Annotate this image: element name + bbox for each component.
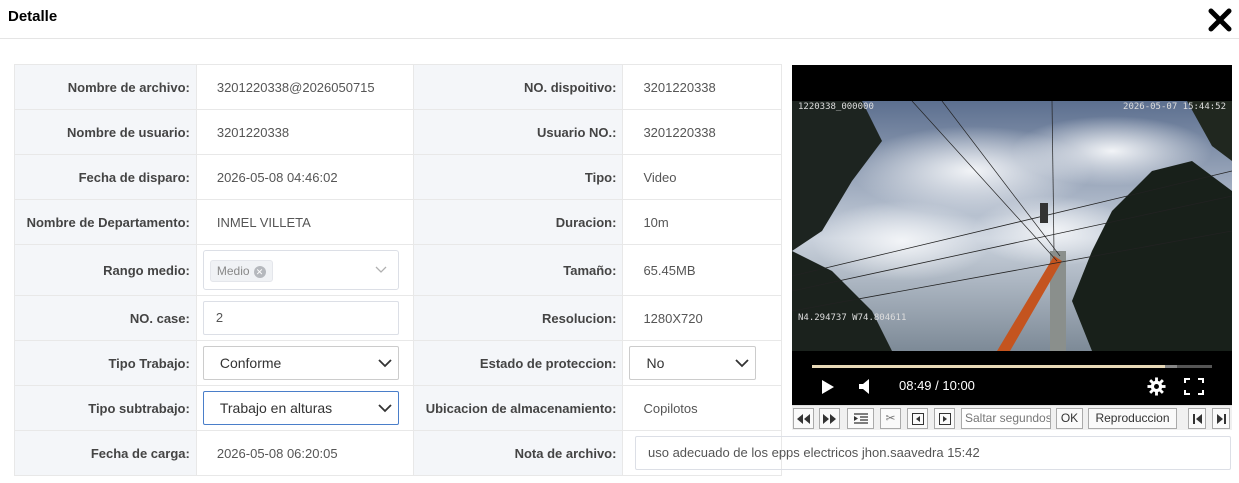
label-no-case: NO. case:: [14, 295, 197, 341]
rango-medio-tag: Medio ✕: [209, 260, 273, 282]
label-tipo: Tipo:: [412, 154, 624, 200]
tipo-trabajo-value: Conforme: [219, 355, 282, 371]
video-timecode: 08:49 / 10:00: [899, 378, 975, 393]
tag-remove-icon[interactable]: ✕: [253, 265, 266, 278]
value-usuario-no: 3201220338: [622, 109, 782, 155]
label-tipo-trabajo: Tipo Trabajo:: [14, 340, 197, 386]
step-back-button[interactable]: [907, 408, 928, 429]
label-duracion: Duracion:: [412, 199, 624, 245]
label-nombre-usuario: Nombre de usuario:: [14, 109, 197, 155]
label-tipo-subtrabajo: Tipo subtrabajo:: [14, 385, 197, 431]
scissors-icon: ✂: [885, 411, 896, 425]
chevron-down-icon: [375, 266, 387, 273]
value-fecha-disparo: 2026-05-08 04:46:02: [195, 154, 414, 200]
step-forward-button[interactable]: [934, 408, 955, 429]
playback-mode-button[interactable]: Reproduccion: [1088, 408, 1177, 429]
label-resolucion: Resolucion:: [412, 295, 624, 341]
value-nombre-archivo: 3201220338@2026050715: [195, 64, 414, 110]
dialog-title: Detalle: [8, 8, 58, 25]
fast-forward-icon: [823, 413, 836, 424]
chevron-down-icon: [378, 359, 392, 368]
value-no-dispositivo: 3201220338: [622, 64, 782, 110]
label-departamento: Nombre de Departamento:: [14, 199, 197, 245]
value-nombre-usuario: 3201220338: [195, 109, 414, 155]
tipo-subtrabajo-value: Trabajo en alturas: [219, 400, 333, 416]
chevron-down-icon: [378, 404, 392, 413]
play-icon[interactable]: [821, 379, 835, 395]
label-ubicacion: Ubicacion de almacenamiento:: [412, 385, 624, 431]
label-fecha-disparo: Fecha de disparo:: [14, 154, 197, 200]
skip-start-button[interactable]: [1188, 408, 1206, 429]
value-tamano: 65.45MB: [622, 244, 782, 296]
label-estado-proteccion: Estado de proteccion:: [412, 340, 624, 386]
rango-medio-tag-label: Medio: [216, 264, 250, 278]
fast-forward-button[interactable]: [819, 408, 840, 429]
label-usuario-no: Usuario NO.:: [412, 109, 624, 155]
frame-forward-icon: [938, 412, 951, 425]
rewind-button[interactable]: [793, 408, 814, 429]
indent-icon: [853, 413, 868, 424]
tipo-subtrabajo-select[interactable]: Trabajo en alturas: [202, 391, 399, 425]
video-progress-bar[interactable]: [812, 365, 1212, 368]
nota-archivo-input[interactable]: uso adecuado de los epps electricos jhon…: [635, 436, 1231, 470]
skip-end-icon: [1216, 413, 1226, 424]
osd-timestamp: 2026-05-07 15:44:52: [1123, 102, 1226, 112]
tipo-trabajo-select[interactable]: Conforme: [202, 346, 399, 380]
osd-gps: N4.294737 W74.804611: [798, 313, 907, 323]
no-case-input[interactable]: 2: [202, 301, 399, 335]
seek-seconds-input[interactable]: Saltar segundos: [961, 408, 1051, 429]
value-duracion: 10m: [622, 199, 782, 245]
value-ubicacion: Copilotos: [622, 385, 782, 431]
dialog-header: Detalle: [0, 0, 1239, 39]
value-departamento: INMEL VILLETA: [195, 199, 414, 245]
rewind-icon: [797, 413, 810, 424]
estado-proteccion-value: No: [646, 355, 665, 371]
video-played-bar: [812, 365, 1165, 368]
detail-table: Nombre de archivo: 3201220338@2026050715…: [14, 64, 782, 476]
fullscreen-icon[interactable]: [1184, 378, 1204, 395]
value-fecha-carga: 2026-05-08 06:20:05: [195, 430, 414, 476]
label-no-dispositivo: NO. dispoitivo:: [412, 64, 624, 110]
skip-start-icon: [1192, 413, 1202, 424]
skip-end-button[interactable]: [1212, 408, 1230, 429]
playback-toolbar: ✂ Saltar segundos OK Reproduccion: [792, 405, 1232, 430]
frame-back-icon: [911, 412, 924, 425]
clip-button[interactable]: ✂: [880, 408, 901, 429]
label-rango-medio: Rango medio:: [14, 244, 197, 296]
label-nota-archivo: Nota de archivo:: [412, 430, 624, 476]
estado-proteccion-select[interactable]: No: [629, 346, 757, 380]
volume-icon[interactable]: [858, 378, 872, 395]
label-fecha-carga: Fecha de carga:: [14, 430, 197, 476]
indent-button[interactable]: [847, 408, 874, 429]
video-player[interactable]: 1220338_000000 2026-05-07 15:44:52 N4.29…: [792, 65, 1232, 405]
label-tamano: Tamaño:: [412, 244, 624, 296]
settings-gear-icon[interactable]: [1147, 377, 1166, 396]
label-nombre-archivo: Nombre de archivo:: [14, 64, 197, 110]
value-resolucion: 1280X720: [622, 295, 782, 341]
chevron-down-icon: [735, 359, 750, 368]
rango-medio-select[interactable]: Medio ✕: [202, 250, 399, 290]
seek-ok-button[interactable]: OK: [1056, 408, 1083, 429]
value-tipo: Video: [622, 154, 782, 200]
osd-device-id: 1220338_000000: [798, 102, 874, 112]
close-icon[interactable]: [1207, 7, 1233, 33]
